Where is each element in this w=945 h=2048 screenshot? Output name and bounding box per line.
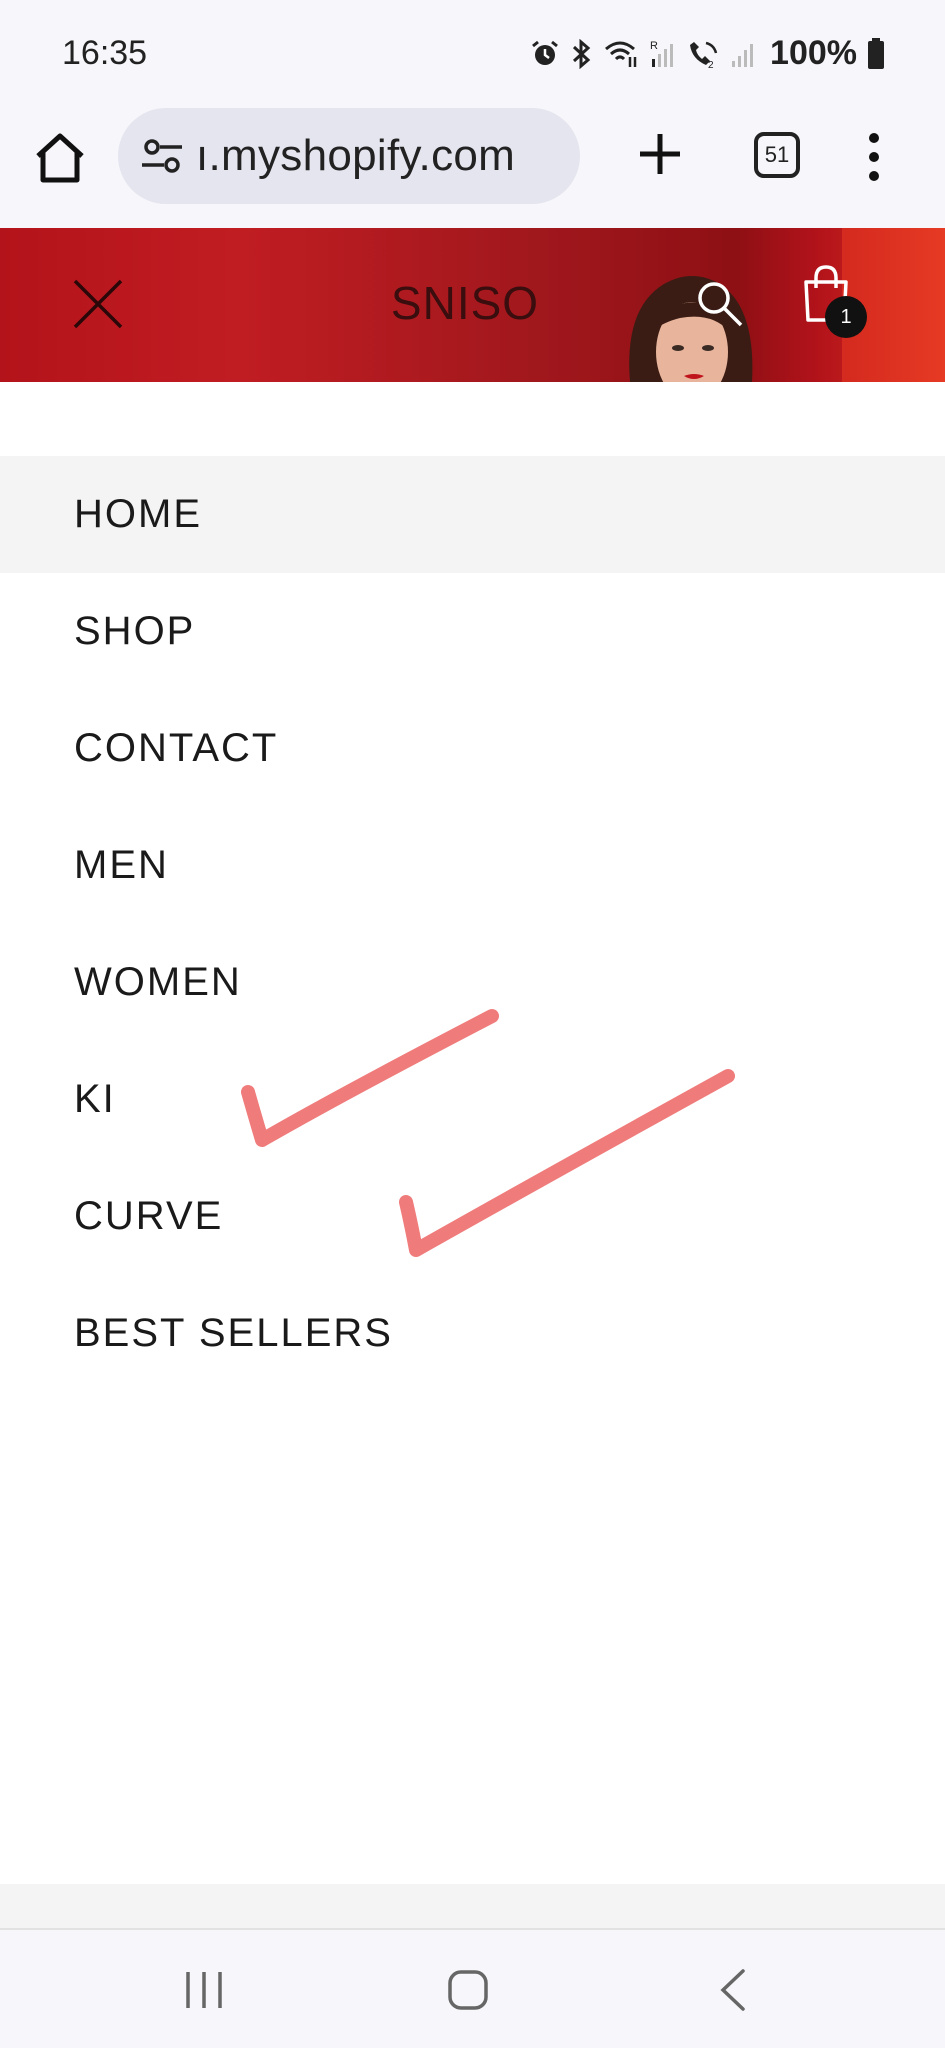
battery-icon [868, 37, 884, 69]
site-header: SNISO 1 [0, 228, 945, 382]
menu-item-shop[interactable]: SHOP [0, 573, 945, 690]
tab-switcher-button[interactable]: 51 [754, 132, 800, 178]
battery-percent: 100% [770, 34, 857, 72]
menu-item-contact[interactable]: CONTACT [0, 690, 945, 807]
status-icons: R 2 100% [530, 34, 885, 73]
page-footer-strip [0, 1884, 945, 1930]
menu-item-curve[interactable]: CURVE [0, 1158, 945, 1275]
cart-count-badge: 1 [825, 296, 867, 338]
site-settings-icon[interactable] [138, 132, 186, 180]
address-bar[interactable]: ı.myshopify.com [118, 108, 580, 204]
new-tab-icon[interactable] [636, 130, 684, 178]
recents-icon[interactable] [182, 1970, 226, 2010]
page: 16:35 R 2 100% ı.myshopify.com 51 SNISO … [0, 0, 945, 2048]
wifi-calling-icon [605, 41, 637, 67]
menu-item-home[interactable]: HOME [0, 456, 945, 573]
svg-text:R: R [650, 40, 658, 52]
brand-logo[interactable]: SNISO [330, 276, 600, 330]
signal-2-icon [732, 43, 754, 67]
alarm-icon [532, 40, 558, 65]
signal-icon: R [650, 40, 674, 67]
status-bar: 16:35 R 2 100% [0, 0, 945, 108]
browser-toolbar: ı.myshopify.com 51 [0, 108, 945, 228]
menu-item-men[interactable]: MEN [0, 807, 945, 924]
system-nav-bar [0, 1930, 945, 2048]
menu-item-best-sellers[interactable]: BEST SELLERS [0, 1275, 945, 1392]
more-options-icon[interactable] [862, 132, 886, 182]
menu-item-ki[interactable]: KI [0, 1041, 945, 1158]
home-icon[interactable] [446, 1968, 490, 2012]
mobile-menu: HOME SHOP CONTACT MEN WOMEN KI CURVE BES… [0, 456, 945, 1392]
search-icon[interactable] [694, 278, 744, 328]
status-time: 16:35 [62, 34, 148, 72]
close-menu-icon[interactable] [72, 278, 124, 330]
back-icon[interactable] [718, 1968, 748, 2012]
svg-text:2: 2 [708, 60, 714, 69]
bluetooth-icon [573, 38, 591, 69]
menu-item-women[interactable]: WOMEN [0, 924, 945, 1041]
url-text: ı.myshopify.com [196, 131, 516, 180]
browser-home-icon[interactable] [32, 130, 88, 186]
wifi-calling-2-icon: 2 [690, 41, 718, 69]
